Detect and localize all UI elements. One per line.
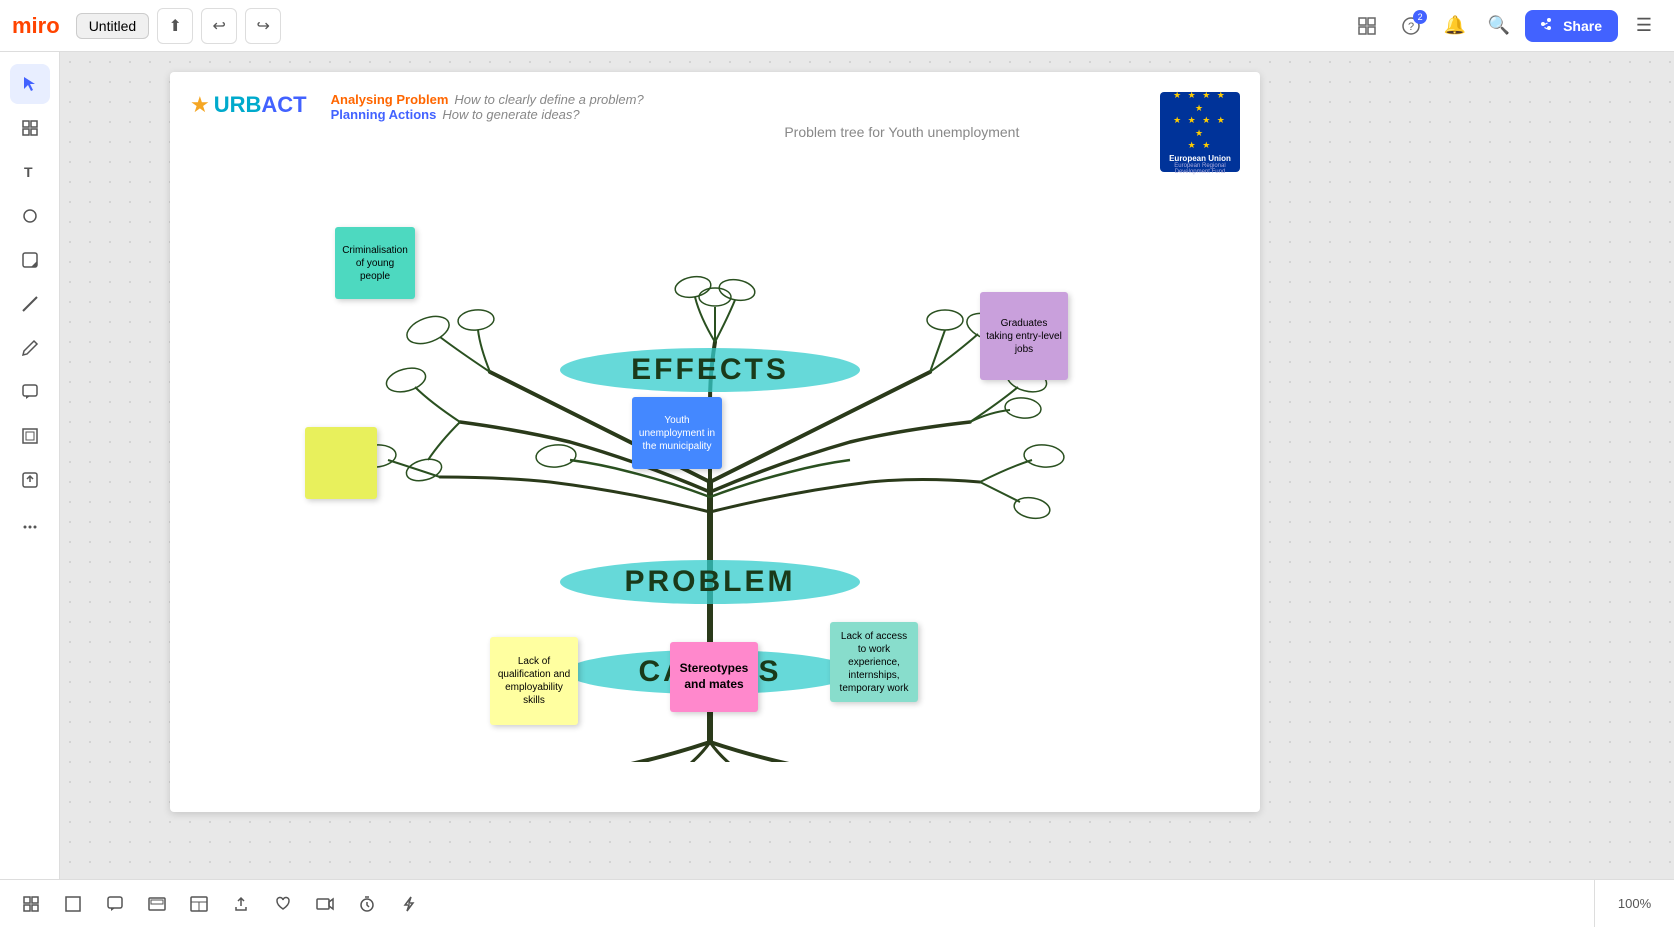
pencil-tool[interactable] <box>10 328 50 368</box>
frame-tool[interactable] <box>10 416 50 456</box>
svg-text:T: T <box>24 164 33 180</box>
eu-stars-icon: ★ ★ ★ ★ ★★ ★ ★ ★ ★★ ★ <box>1166 89 1234 152</box>
redo-button[interactable]: ↪ <box>245 8 281 44</box>
board-header: ★ URBACT Analysing Problem How to clearl… <box>190 92 1240 172</box>
analysing-sub: How to clearly define a problem? <box>454 92 643 107</box>
cursor-tool[interactable] <box>10 64 50 104</box>
eu-text: European Union <box>1169 154 1231 163</box>
bell-icon[interactable]: 🔔 <box>1437 8 1473 44</box>
circle-tool[interactable] <box>10 196 50 236</box>
layout-bottom-icon[interactable] <box>184 889 214 919</box>
bolt-bottom-icon[interactable] <box>394 889 424 919</box>
urbact-text: URBACT <box>214 92 307 118</box>
urbact-star-icon: ★ <box>190 92 210 118</box>
planning-sub: How to generate ideas? <box>442 107 579 122</box>
more-tool[interactable] <box>10 504 50 544</box>
help-icon[interactable]: ? 2 <box>1393 8 1429 44</box>
sticky-yellow[interactable] <box>305 427 377 499</box>
line-tool[interactable] <box>10 284 50 324</box>
comment-bottom-icon[interactable] <box>100 889 130 919</box>
bottom-toolbar <box>0 879 1594 927</box>
analysing-label: Analysing Problem <box>331 92 449 107</box>
text-tool[interactable]: T <box>10 152 50 192</box>
nav-right: ? 2 🔔 🔍 Share ☰ <box>1349 8 1662 44</box>
upload-tool[interactable] <box>10 460 50 500</box>
share-label: Share <box>1563 18 1602 34</box>
sticky-access[interactable]: Lack of access to work experience, inter… <box>830 622 918 702</box>
timer-bottom-icon[interactable] <box>352 889 382 919</box>
search-icon[interactable]: 🔍 <box>1481 8 1517 44</box>
frame-bottom-icon[interactable] <box>58 889 88 919</box>
urbact-logo: ★ URBACT <box>190 92 307 118</box>
planning-label: Planning Actions <box>331 107 437 122</box>
grid-tool[interactable] <box>10 108 50 148</box>
export-bottom-icon[interactable] <box>226 889 256 919</box>
export-button[interactable]: ⬆ <box>157 8 193 44</box>
header-labels: Analysing Problem How to clearly define … <box>331 92 644 122</box>
share-button[interactable]: Share <box>1525 10 1618 42</box>
tab-untitled[interactable]: Untitled <box>76 13 149 39</box>
zoom-indicator[interactable]: 100% <box>1594 879 1674 927</box>
tab-title: Untitled <box>89 18 136 34</box>
eu-logo: ★ ★ ★ ★ ★★ ★ ★ ★ ★★ ★ European Union Eur… <box>1160 92 1240 172</box>
menu-icon[interactable]: ☰ <box>1626 8 1662 44</box>
svg-text:?: ? <box>1408 21 1414 33</box>
sticky-youth[interactable]: Youth unemployment in the municipality <box>632 397 722 469</box>
comment-tool[interactable] <box>10 372 50 412</box>
expand-bottom-icon[interactable] <box>142 889 172 919</box>
sticky-graduates[interactable]: Graduates taking entry-level jobs <box>980 292 1068 380</box>
notification-badge: 2 <box>1413 10 1427 24</box>
video-bottom-icon[interactable] <box>310 889 340 919</box>
templates-icon[interactable] <box>1349 8 1385 44</box>
undo-button[interactable]: ↩ <box>201 8 237 44</box>
eu-sub: European RegionalDevelopment Fund <box>1174 163 1225 175</box>
left-toolbar: T <box>0 52 60 879</box>
sticky-qualification[interactable]: Lack of qualification and employability … <box>490 637 578 725</box>
app-logo: miro <box>12 13 60 39</box>
sticky-criminalisation[interactable]: Criminalisation of young people <box>335 227 415 299</box>
problem-tree-title: Problem tree for Youth unemployment <box>784 124 1019 140</box>
svg-text:PROBLEM: PROBLEM <box>625 565 796 598</box>
like-bottom-icon[interactable] <box>268 889 298 919</box>
grid-bottom-icon[interactable] <box>16 889 46 919</box>
canvas[interactable]: ★ URBACT Analysing Problem How to clearl… <box>60 52 1674 879</box>
sticky-tool[interactable] <box>10 240 50 280</box>
svg-text:EFFECTS: EFFECTS <box>631 353 789 386</box>
sticky-stereotypes[interactable]: Stereotypes and mates <box>670 642 758 712</box>
whiteboard: ★ URBACT Analysing Problem How to clearl… <box>170 72 1260 812</box>
navbar: miro Untitled ⬆ ↩ ↪ ? 2 🔔 🔍 Share ☰ <box>0 0 1674 52</box>
zoom-level: 100% <box>1618 896 1651 911</box>
